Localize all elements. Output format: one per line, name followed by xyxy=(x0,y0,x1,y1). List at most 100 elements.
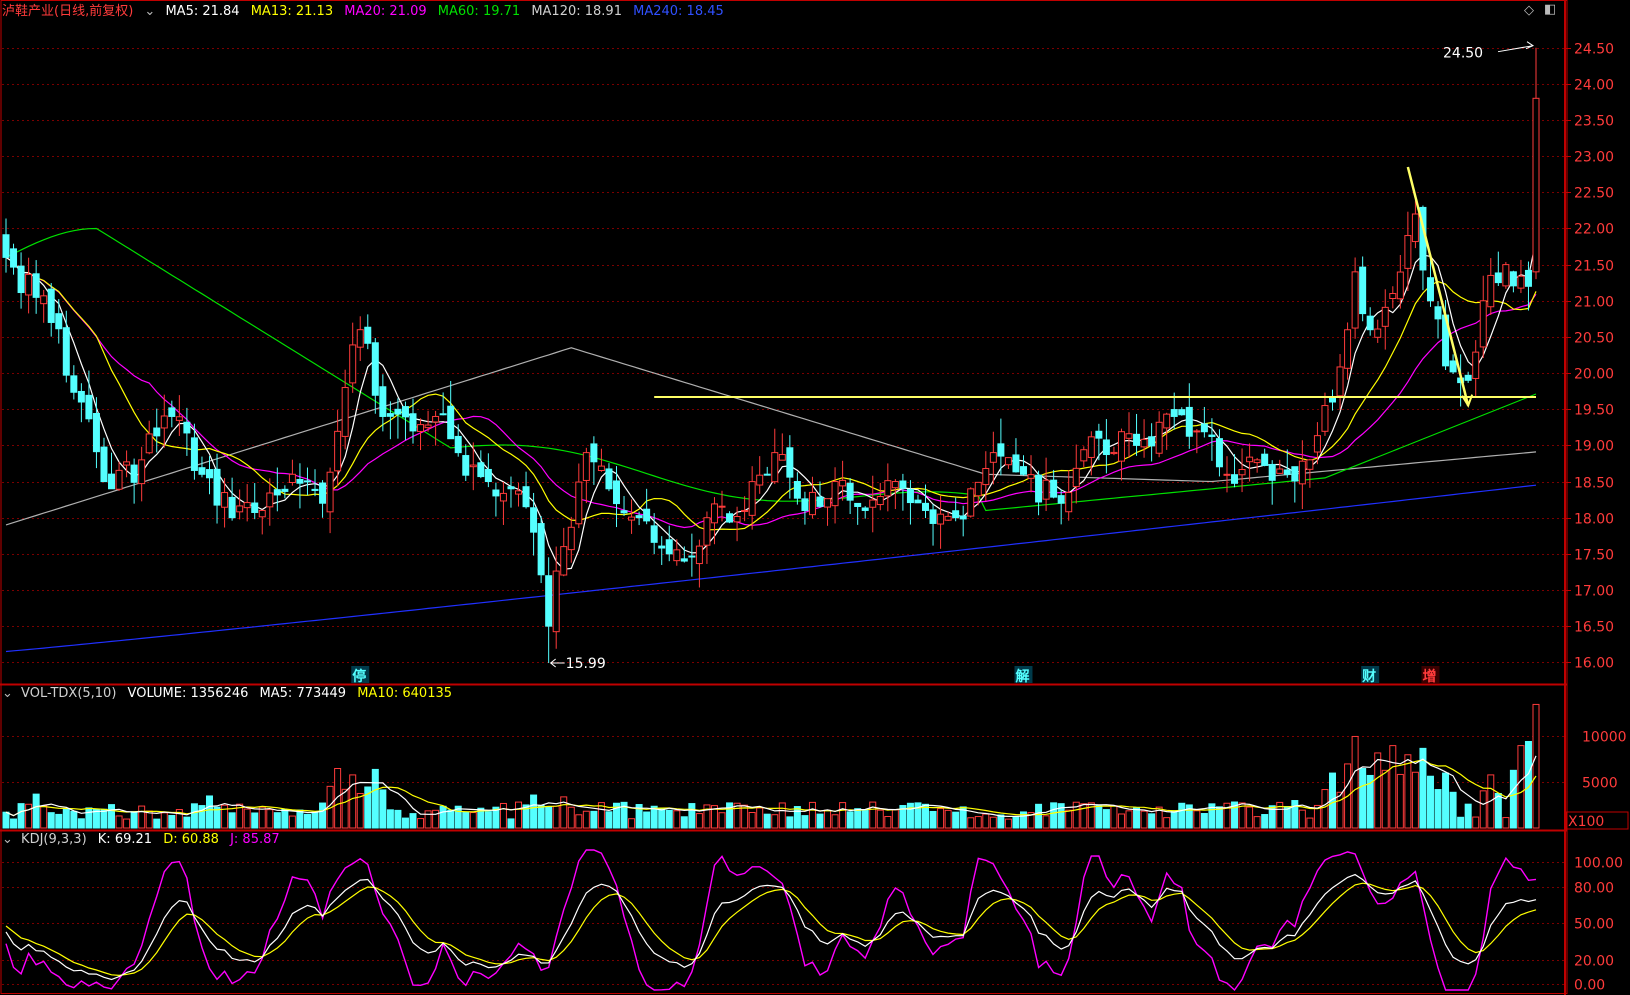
candle-body xyxy=(1223,473,1231,476)
volume-bar xyxy=(839,802,847,829)
volume-bar xyxy=(1110,805,1118,829)
volume-bar xyxy=(499,802,507,829)
candle-body xyxy=(530,507,538,533)
volume-bar xyxy=(266,809,274,829)
candle-body xyxy=(959,515,967,520)
volume-bar xyxy=(2,811,10,829)
volume-bar xyxy=(1457,816,1465,829)
volume-bar xyxy=(409,813,417,829)
volume-bar xyxy=(1472,816,1480,829)
candle-body xyxy=(349,344,357,384)
candle xyxy=(469,442,477,491)
volume-bar xyxy=(138,805,146,829)
volume-bar xyxy=(590,810,598,829)
vol-ma10-legend: MA10: 640135 xyxy=(357,686,453,701)
volume-bar xyxy=(680,816,688,829)
kdj-j-line xyxy=(5,849,1537,992)
chevron-down-icon[interactable]: ⌄ xyxy=(2,686,13,701)
chevron-down-icon[interactable]: ⌄ xyxy=(144,4,155,19)
volume-bar xyxy=(1215,806,1223,829)
candle-body xyxy=(703,517,711,546)
kdj-tick-label: 100.00 xyxy=(1574,856,1623,872)
candle xyxy=(213,453,221,524)
candle-body xyxy=(1306,459,1314,470)
candle-body xyxy=(251,502,259,513)
candle xyxy=(1087,431,1095,476)
window-toggle-icon[interactable]: ◧ xyxy=(1544,2,1556,17)
candle xyxy=(726,511,734,524)
volume-bar xyxy=(575,814,583,829)
candle-body xyxy=(175,416,183,421)
candle-body xyxy=(108,473,116,490)
candle xyxy=(1517,259,1525,294)
volume-bar xyxy=(85,807,93,829)
candle xyxy=(703,511,711,564)
candle xyxy=(756,456,764,494)
candle-body xyxy=(1366,315,1374,331)
candle xyxy=(763,466,771,476)
candle-body xyxy=(937,513,945,525)
candle xyxy=(108,452,116,490)
candle-body xyxy=(914,499,922,504)
candle-body xyxy=(1487,274,1495,308)
volume-bar xyxy=(989,816,997,829)
candle-body xyxy=(1117,431,1125,462)
candle-body xyxy=(190,437,198,471)
candle-body xyxy=(379,386,387,417)
candle-body xyxy=(861,507,869,511)
candle-body xyxy=(1155,421,1163,454)
candle-body xyxy=(1019,466,1027,475)
low-price-label: 15.99 xyxy=(566,656,606,672)
candle-body xyxy=(1344,329,1352,369)
candle xyxy=(620,496,628,516)
candle xyxy=(688,533,696,577)
candle-body xyxy=(85,394,93,420)
candle xyxy=(876,482,884,511)
candle-body xyxy=(32,273,40,298)
candle xyxy=(447,380,455,440)
vol-indicator-name: VOL-TDX(5,10) xyxy=(21,686,117,701)
volume-bar xyxy=(658,807,666,829)
candle-body xyxy=(168,407,176,417)
volume-bar xyxy=(1065,809,1073,829)
candle xyxy=(612,466,620,528)
candle xyxy=(1532,47,1540,280)
candle xyxy=(854,502,862,525)
candle xyxy=(575,463,583,529)
volume-bar xyxy=(319,802,327,829)
candle xyxy=(778,433,786,461)
volume-bar xyxy=(1133,807,1141,829)
volume-bar xyxy=(1298,809,1306,829)
volume-bar xyxy=(891,809,899,829)
price-tick-label: 19.50 xyxy=(1574,403,1614,419)
volume-bar xyxy=(228,812,236,829)
ma120-legend: MA120: 18.91 xyxy=(531,4,622,19)
volume-bar xyxy=(1163,817,1171,829)
volume-bar xyxy=(1411,771,1419,829)
low-arrow xyxy=(549,658,565,668)
volume-bar xyxy=(439,805,447,829)
candle-body xyxy=(319,482,327,504)
price-tick-label: 16.50 xyxy=(1574,620,1614,636)
candle xyxy=(1042,457,1050,511)
volume-bar xyxy=(816,813,824,829)
candle xyxy=(2,218,10,273)
candle-body xyxy=(10,248,18,268)
chevron-down-icon[interactable]: ⌄ xyxy=(2,832,13,847)
candle-body xyxy=(1494,272,1502,284)
candle-body xyxy=(356,329,364,348)
candle xyxy=(1200,406,1208,438)
candle-body xyxy=(1231,474,1239,484)
diamond-icon[interactable]: ◇ xyxy=(1524,3,1534,18)
candle-body xyxy=(899,480,907,489)
volume-bar xyxy=(273,812,281,829)
candle-body xyxy=(386,413,394,417)
candle-body xyxy=(1193,430,1201,433)
volume-bar xyxy=(824,809,832,829)
volume-bar xyxy=(1321,789,1329,829)
volume-bar xyxy=(1178,802,1186,829)
price-tick-label: 22.00 xyxy=(1574,222,1614,238)
volume-bar xyxy=(47,812,55,829)
volume-bar xyxy=(567,806,575,829)
candle xyxy=(1291,466,1299,503)
